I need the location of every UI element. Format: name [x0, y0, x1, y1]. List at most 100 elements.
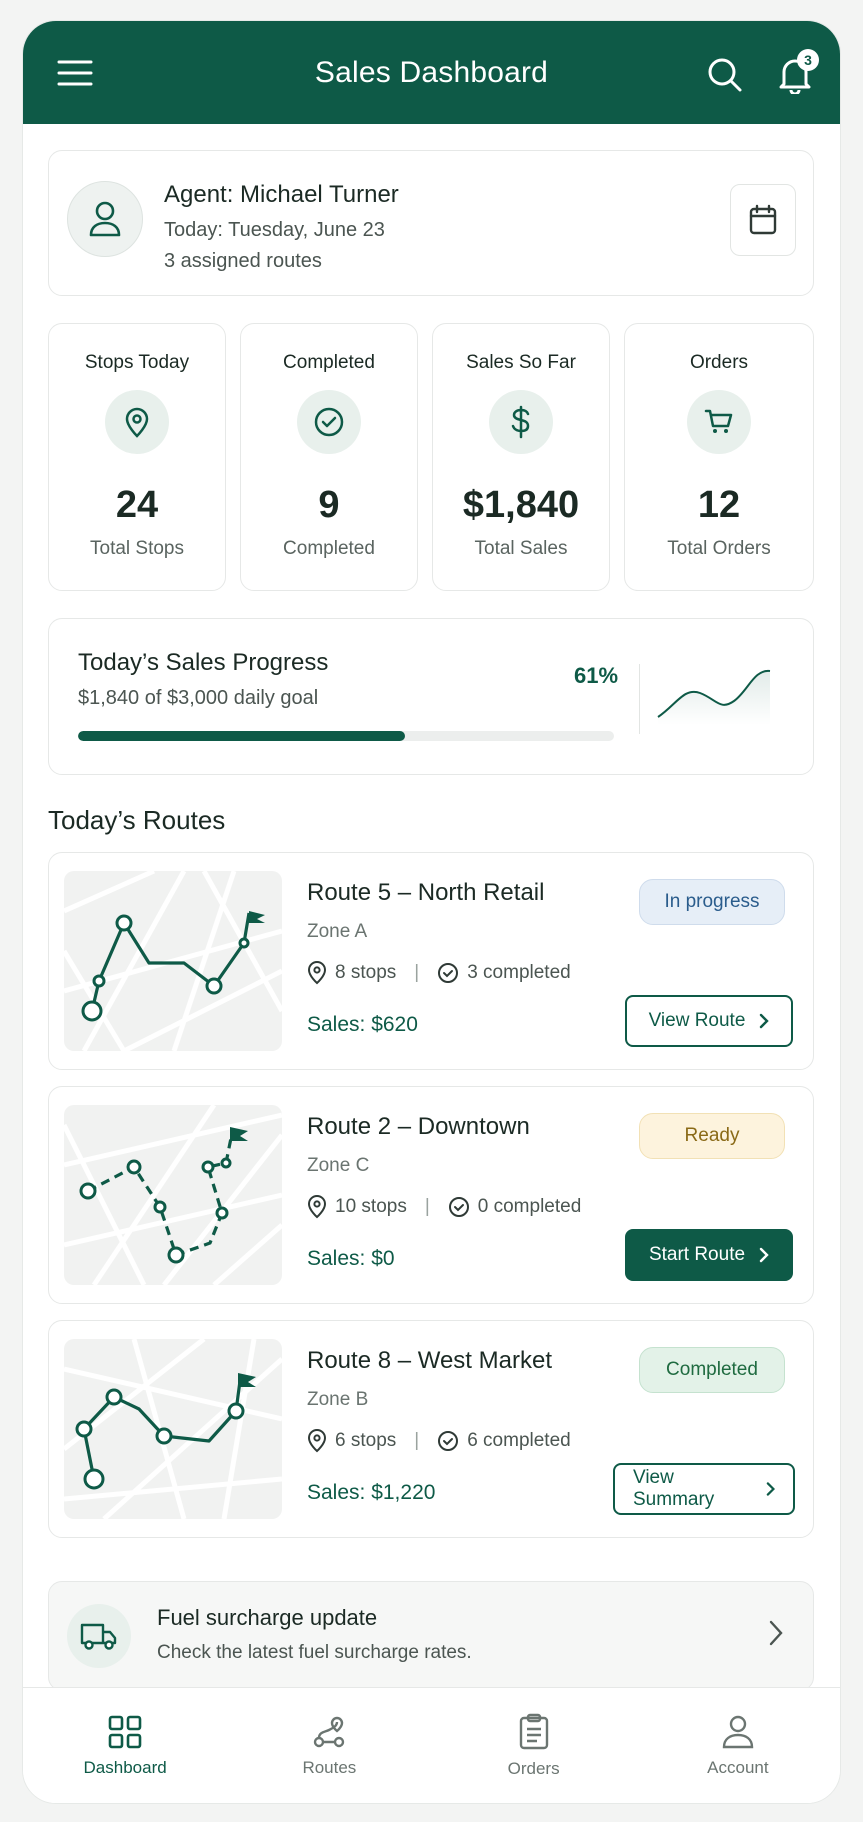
route-completed: 6 completed: [467, 1430, 571, 1451]
route-stops: 8 stops: [335, 962, 397, 983]
chevron-right-icon[interactable]: [769, 1620, 783, 1651]
chevron-right-icon: [760, 1013, 770, 1029]
calendar-button[interactable]: [730, 184, 796, 256]
user-icon: [722, 1715, 754, 1748]
truck-icon: [67, 1604, 131, 1668]
route-card[interactable]: Route 2 – Downtown Zone C 10 stops | 0 c…: [48, 1086, 814, 1304]
nav-label: Routes: [302, 1757, 357, 1777]
stat-card-completed: Completed 9 Completed: [240, 323, 418, 591]
agent-card: Agent: Michael Turner Today: Tuesday, Ju…: [48, 150, 814, 296]
status-badge: In progress: [639, 879, 785, 925]
location-pin-icon: [307, 1429, 327, 1453]
route-zone: Zone B: [307, 1389, 369, 1410]
stat-label: Sales So Far: [466, 352, 576, 373]
stat-sub: Total Orders: [667, 538, 771, 559]
route-name: Route 8 – West Market: [307, 1347, 552, 1374]
stat-value: $1,840: [462, 484, 580, 526]
route-meta: 8 stops | 3 completed: [307, 961, 571, 985]
location-pin-icon: [105, 390, 169, 454]
route-card[interactable]: Route 8 – West Market Zone B 6 stops | 6…: [48, 1320, 814, 1538]
progress-subtitle: $1,840 of $3,000 daily goal: [78, 687, 319, 709]
route-name: Route 2 – Downtown: [307, 1113, 530, 1140]
location-pin-icon: [307, 1195, 327, 1219]
progress-bar-fill: [78, 731, 405, 741]
progress-title: Today’s Sales Progress: [78, 649, 329, 676]
stat-card-orders: Orders 12 Total Orders: [624, 323, 814, 591]
route-map: [64, 1105, 282, 1285]
view-summary-button[interactable]: View Summary: [613, 1463, 795, 1515]
stat-sub: Completed: [283, 538, 375, 559]
chevron-right-icon: [759, 1247, 769, 1263]
stat-value: 12: [697, 484, 741, 526]
button-label: Start Route: [648, 1244, 746, 1265]
search-icon[interactable]: [703, 53, 747, 97]
nav-label: Orders: [507, 1758, 560, 1778]
cart-icon: [687, 390, 751, 454]
chevron-right-icon: [766, 1482, 775, 1496]
stat-label: Orders: [689, 352, 749, 373]
sparkline-chart: [657, 669, 771, 725]
route-completed: 0 completed: [477, 1196, 582, 1217]
avatar: [67, 181, 143, 257]
check-circle-icon: [438, 1431, 459, 1451]
nav-label: Account: [707, 1757, 769, 1777]
button-label: View Summary: [633, 1467, 715, 1510]
stat-label: Stops Today: [84, 352, 190, 373]
stat-card-sales: Sales So Far $1,840 Total Sales: [432, 323, 610, 591]
nav-item-routes[interactable]: Routes: [227, 1688, 431, 1803]
status-badge: Ready: [639, 1113, 785, 1159]
agent-routes-count: 3 assigned routes: [164, 250, 322, 272]
top-bar: Sales Dashboard 3: [23, 21, 840, 124]
view-route-button[interactable]: View Route: [625, 995, 793, 1047]
button-label: View Route: [648, 1010, 746, 1031]
app-screen: Sales Dashboard 3 Agent: Michael Turner …: [22, 20, 841, 1804]
start-route-button[interactable]: Start Route: [625, 1229, 793, 1281]
route-map: [64, 871, 282, 1051]
route-meta: 6 stops | 6 completed: [307, 1429, 571, 1453]
route-zone: Zone C: [307, 1155, 370, 1176]
banner-title: Fuel surcharge update: [157, 1605, 378, 1630]
routes-section-title: Today’s Routes: [48, 805, 226, 835]
route-card[interactable]: Route 5 – North Retail Zone A 8 stops | …: [48, 852, 814, 1070]
agent-name: Agent: Michael Turner: [164, 181, 399, 208]
route-completed: 3 completed: [467, 962, 571, 983]
notifications-button[interactable]: 3: [771, 49, 819, 99]
stat-sub: Total Stops: [90, 538, 184, 559]
grid-icon: [108, 1715, 142, 1748]
meta-separator: |: [414, 1430, 420, 1451]
agent-date: Today: Tuesday, June 23: [164, 219, 385, 241]
route-sales: Sales: $620: [307, 1013, 418, 1036]
route-meta: 10 stops | 0 completed: [307, 1195, 581, 1219]
nav-item-account[interactable]: Account: [636, 1688, 840, 1803]
progress-bar: [78, 731, 614, 741]
route-stops: 6 stops: [335, 1430, 397, 1451]
route-stops: 10 stops: [335, 1196, 407, 1217]
stat-value: 24: [115, 484, 159, 526]
check-circle-icon: [297, 390, 361, 454]
sales-progress-card: Today’s Sales Progress $1,840 of $3,000 …: [48, 618, 814, 775]
notification-badge: 3: [797, 49, 819, 71]
clipboard-icon: [519, 1713, 548, 1749]
route-name: Route 5 – North Retail: [307, 879, 545, 906]
progress-percent: 61%: [574, 663, 619, 688]
route-zone: Zone A: [307, 921, 368, 942]
page-title: Sales Dashboard: [314, 55, 549, 89]
check-circle-icon: [448, 1197, 469, 1217]
menu-icon[interactable]: [55, 53, 95, 93]
calendar-icon: [749, 204, 777, 235]
status-badge: Completed: [639, 1347, 785, 1393]
nav-item-dashboard[interactable]: Dashboard: [23, 1688, 227, 1803]
bottom-nav: Dashboard Routes Orders Account: [23, 1687, 840, 1803]
nav-item-orders[interactable]: Orders: [432, 1688, 636, 1803]
nav-label: Dashboard: [83, 1757, 167, 1777]
route-icon: [314, 1716, 345, 1747]
divider: [639, 664, 640, 734]
banner-subtitle: Check the latest fuel surcharge rates.: [157, 1642, 472, 1663]
check-circle-icon: [438, 963, 459, 983]
meta-separator: |: [424, 1196, 430, 1217]
route-map: [64, 1339, 282, 1519]
meta-separator: |: [414, 962, 420, 983]
fuel-surcharge-banner[interactable]: Fuel surcharge update Check the latest f…: [48, 1581, 814, 1691]
dollar-icon: [489, 390, 553, 454]
stat-value: 9: [318, 484, 340, 526]
